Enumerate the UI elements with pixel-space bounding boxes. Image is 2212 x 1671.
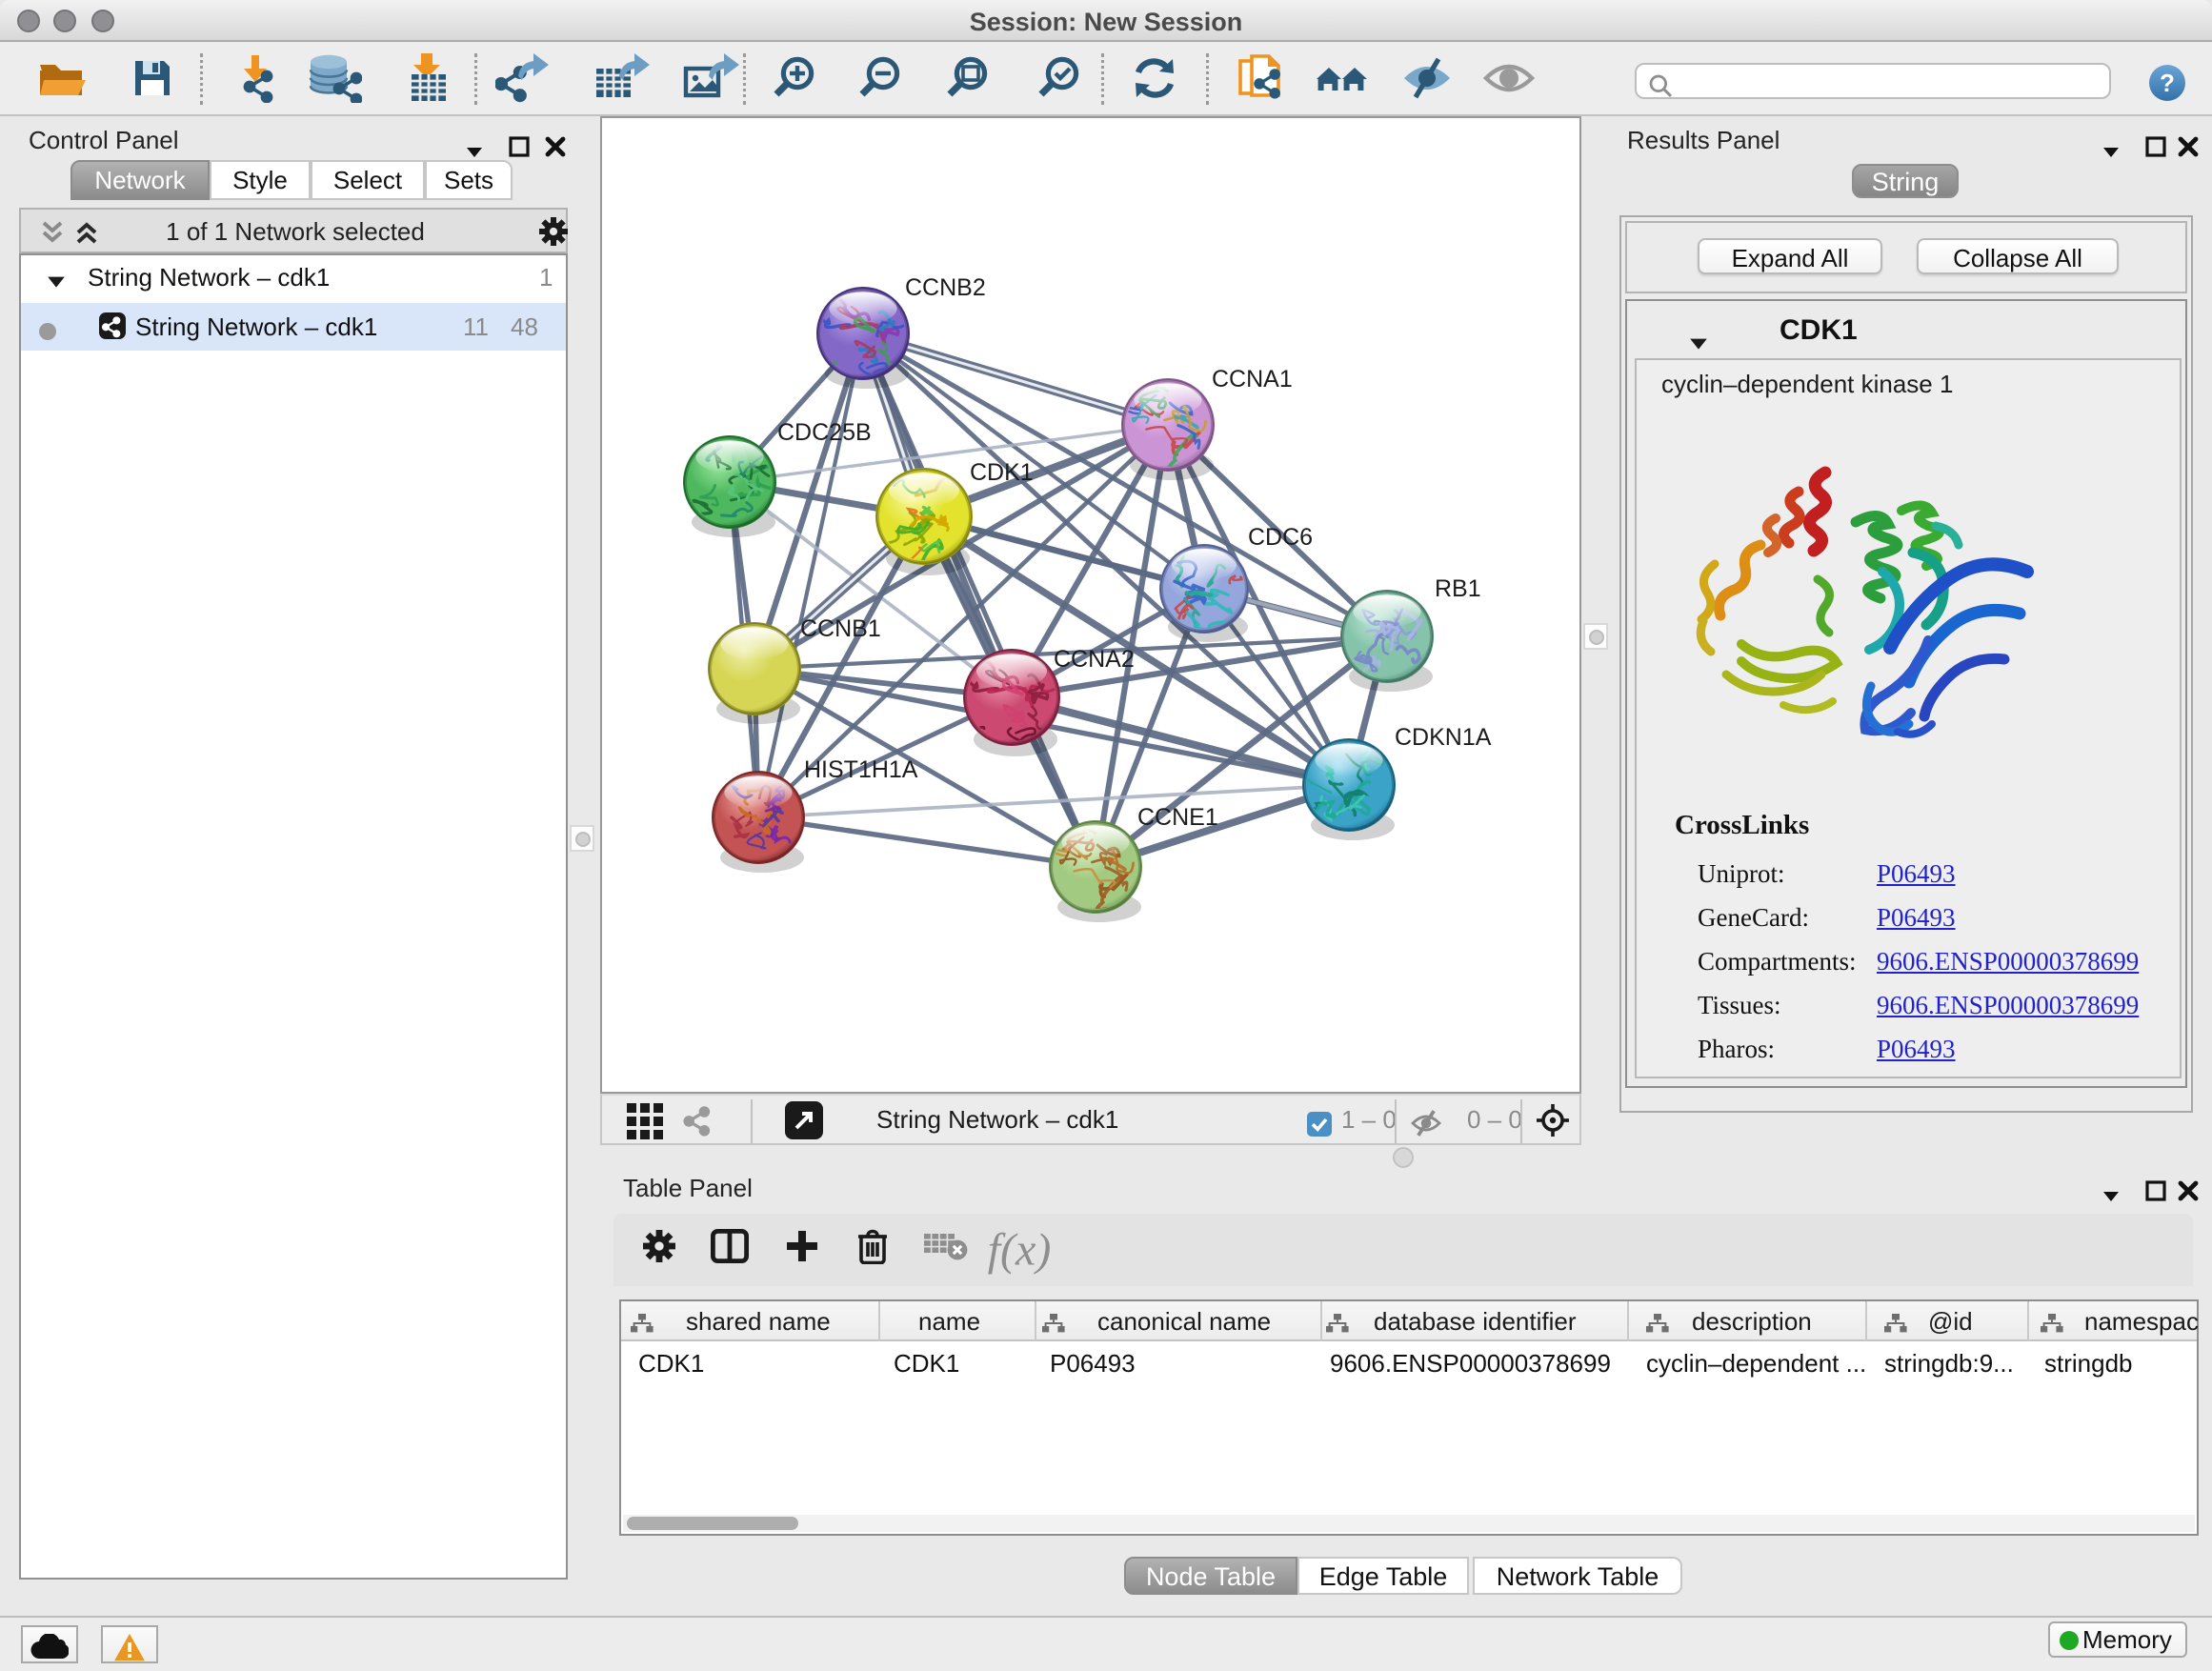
svg-text:RB1: RB1 bbox=[1435, 575, 1481, 602]
svg-text:CCNA2: CCNA2 bbox=[1054, 646, 1135, 673]
svg-text:CCNB2: CCNB2 bbox=[905, 274, 986, 301]
svg-text:CCNE1: CCNE1 bbox=[1137, 804, 1218, 831]
svg-text:CDC25B: CDC25B bbox=[777, 419, 872, 446]
svg-text:CCNA1: CCNA1 bbox=[1212, 366, 1293, 393]
svg-text:CDKN1A: CDKN1A bbox=[1395, 724, 1492, 751]
svg-text:HIST1H1A: HIST1H1A bbox=[804, 756, 918, 783]
svg-text:CDC6: CDC6 bbox=[1248, 524, 1313, 551]
svg-text:CCNB1: CCNB1 bbox=[800, 615, 881, 642]
svg-text:CDK1: CDK1 bbox=[970, 459, 1034, 486]
